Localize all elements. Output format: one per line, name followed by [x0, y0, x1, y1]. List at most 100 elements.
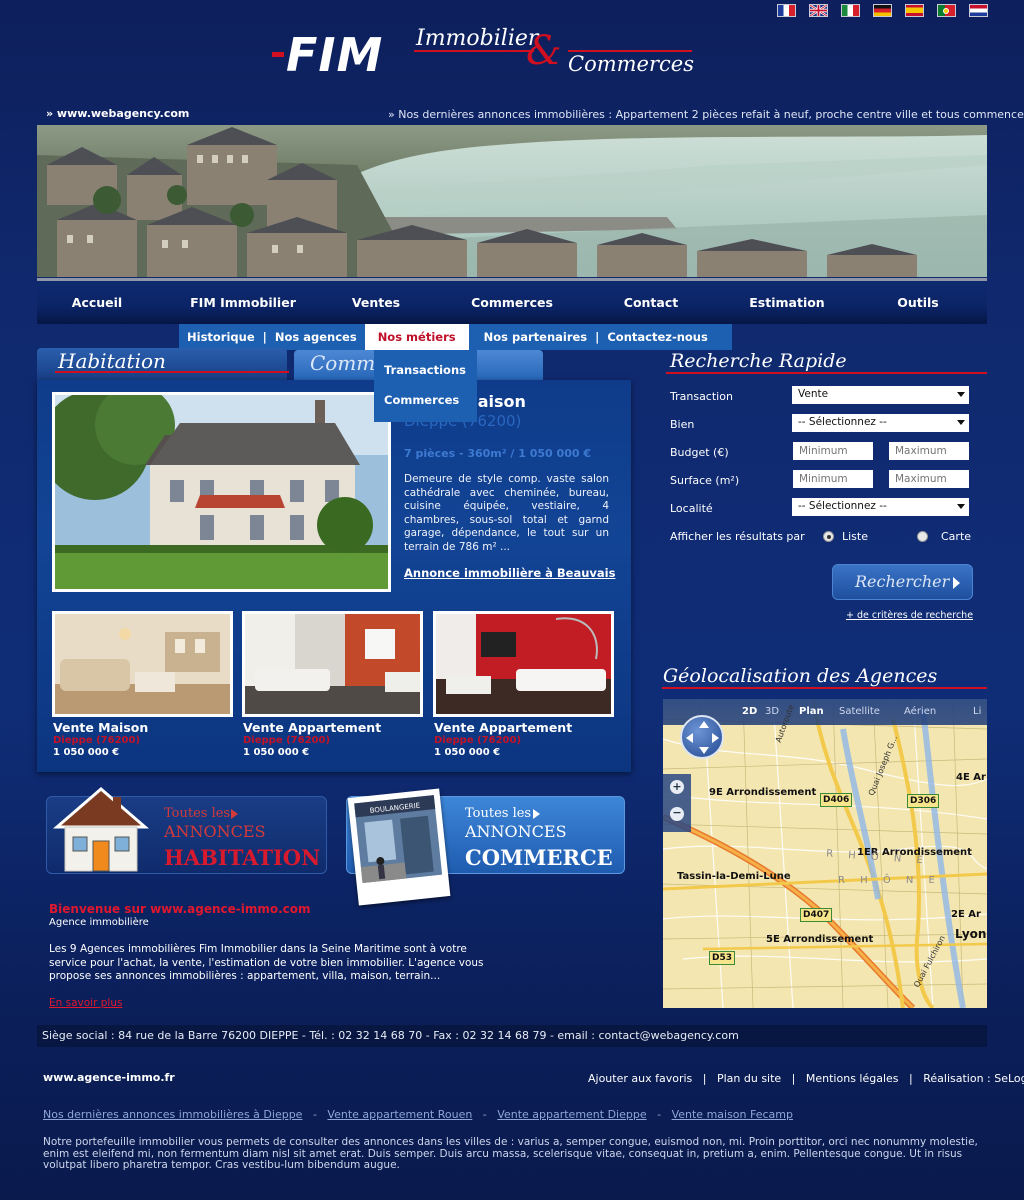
footer-link-mentions[interactable]: Mentions légales [806, 1072, 899, 1085]
thumb-title[interactable]: Vente Appartement [434, 720, 572, 735]
flag-en-icon[interactable] [809, 4, 828, 17]
map-tab-3d[interactable]: 3D [765, 706, 779, 717]
map-pan-control[interactable] [680, 715, 724, 759]
map-tab-2d[interactable]: 2D [742, 706, 757, 717]
flag-es-icon[interactable] [905, 4, 924, 17]
news-ticker[interactable]: » Nos dernières annonces immobilières : … [388, 108, 1024, 121]
nav-item-estimation[interactable]: Estimation [701, 295, 873, 310]
subnav-nos-partenaires[interactable]: Nos partenaires [469, 324, 596, 350]
footer-links: Ajouter aux favoris | Plan du site | Men… [588, 1072, 1024, 1085]
footer-site-url[interactable]: www.agence-immo.fr [43, 1071, 175, 1084]
subnav-historique[interactable]: Historique [179, 324, 263, 350]
zoom-out-icon[interactable]: − [670, 807, 684, 821]
flag-nl-icon[interactable] [969, 4, 988, 17]
all-habitation-listings-banner[interactable]: Toutes les ANNONCES HABITATION [46, 787, 327, 874]
flag-de-icon[interactable] [873, 4, 892, 17]
thumb-price: 1 050 000 € [53, 747, 120, 758]
footer-link-favoris[interactable]: Ajouter aux favoris [588, 1072, 692, 1085]
nav-item-commerces[interactable]: Commerces [423, 295, 601, 310]
map-tab-plan[interactable]: Plan [799, 706, 824, 717]
title-underline [662, 687, 987, 689]
listing-thumb-photo[interactable] [242, 611, 423, 717]
featured-listing-photo[interactable] [52, 392, 391, 592]
flag-pt-icon[interactable] [937, 4, 956, 17]
zoom-in-icon[interactable]: + [670, 780, 684, 794]
seo-link[interactable]: Vente appartement Rouen [327, 1108, 472, 1121]
thumb-city: Dieppe (76200) [243, 735, 331, 746]
localite-select[interactable]: -- Sélectionnez -- [792, 498, 969, 516]
flag-fr-icon[interactable] [777, 4, 796, 17]
map-tab-satellite[interactable]: Satellite [839, 706, 880, 717]
flag-it-icon[interactable] [841, 4, 860, 17]
welcome-more-link[interactable]: En savoir plus [49, 997, 122, 1009]
listing-panel: Vente Maison Dieppe (76200) 7 pièces - 3… [37, 380, 631, 772]
listing-thumb-photo[interactable] [433, 611, 614, 717]
more-criteria-link[interactable]: + de critères de recherche [846, 610, 973, 621]
bien-select[interactable]: -- Sélectionnez -- [792, 414, 969, 432]
transaction-label: Transaction [670, 390, 733, 403]
logo-underline-1 [414, 50, 534, 52]
sub-navigation: Historique | Nos agences Nos métiers Nos… [179, 324, 732, 350]
pan-left-icon[interactable] [686, 733, 693, 743]
display-list-label[interactable]: Liste [842, 530, 868, 543]
footer-link-realisation[interactable]: Réalisation : SeLoger [923, 1072, 1024, 1085]
listing-thumb-photo[interactable] [52, 611, 233, 717]
map-tab-more[interactable]: Li [973, 706, 981, 717]
seo-link[interactable]: Nos dernières annonces immobilières à Di… [43, 1108, 302, 1121]
search-submit-button[interactable]: Rechercher [832, 564, 973, 600]
subnav-nos-metiers[interactable]: Nos métiers [364, 324, 469, 350]
thumb-title[interactable]: Vente Maison [53, 720, 148, 735]
nav-item-accueil[interactable]: Accueil [37, 295, 157, 310]
surface-label: Surface (m²) [670, 474, 740, 487]
subnav-contactez-nous[interactable]: Contactez-nous [599, 324, 716, 350]
play-arrow-icon [953, 577, 960, 589]
header-site-url[interactable]: » www.webagency.com [46, 107, 189, 120]
tab-habitation-label: Habitation [58, 349, 166, 373]
dropdown-item-transactions[interactable]: Transactions [374, 360, 477, 390]
nav-item-ventes[interactable]: Ventes [329, 295, 423, 310]
chevron-down-icon [957, 504, 965, 509]
transaction-select[interactable]: Vente [792, 386, 969, 404]
map-tab-aerien[interactable]: Aérien [904, 706, 936, 717]
banner-commerce-big: COMMERCE [465, 845, 613, 870]
logo-line2: Commerces [568, 52, 694, 76]
seo-link[interactable]: Vente maison Fecamp [672, 1108, 793, 1121]
seo-paragraph: Notre portefeuille immobilier vous perme… [43, 1136, 978, 1171]
featured-listing-link[interactable]: Annonce immobilière à Beauvais [404, 566, 615, 580]
thumb-price: 1 050 000 € [243, 747, 310, 758]
display-map-label[interactable]: Carte [941, 530, 971, 543]
site-logo[interactable]: FIM Immobilier & Commerces [268, 22, 698, 82]
subnav-dropdown-menu: Transactions Commerces [374, 350, 477, 422]
welcome-text: Les 9 Agences immobilières Fim Immobilie… [49, 943, 484, 982]
featured-listing-description: Demeure de style comp. vaste salon cathé… [404, 473, 609, 553]
tab-habitation[interactable]: Habitation [37, 348, 289, 380]
pan-up-icon[interactable] [699, 721, 709, 728]
seo-separator: - [305, 1108, 324, 1121]
seo-link[interactable]: Vente appartement Dieppe [497, 1108, 646, 1121]
display-mode-label: Afficher les résultats par [670, 530, 805, 543]
surface-min-input[interactable] [793, 470, 873, 488]
nav-item-contact[interactable]: Contact [601, 295, 701, 310]
display-map-radio[interactable] [917, 531, 928, 542]
agencies-map[interactable]: 2D 3D Plan Satellite Aérien Li + − 9E Ar… [663, 699, 987, 1008]
nav-item-fim-immobilier[interactable]: FIM Immobilier [157, 295, 329, 310]
dropdown-item-commerces[interactable]: Commerces [374, 390, 477, 420]
footer-link-plan[interactable]: Plan du site [717, 1072, 781, 1085]
budget-max-input[interactable] [889, 442, 969, 460]
banner-commerce-mid: ANNONCES [465, 822, 567, 841]
geolocation-title: Géolocalisation des Agences [663, 665, 938, 687]
nav-item-outils[interactable]: Outils [873, 295, 963, 310]
subnav-nos-agences[interactable]: Nos agences [267, 324, 365, 350]
thumb-title[interactable]: Vente Appartement [243, 720, 381, 735]
pan-down-icon[interactable] [699, 747, 709, 754]
all-commerce-listings-banner[interactable]: BOULANGERIE Toutes les ANNONCES COMMERCE [346, 788, 625, 906]
title-underline [666, 372, 987, 374]
surface-max-input[interactable] [889, 470, 969, 488]
budget-min-input[interactable] [793, 442, 873, 460]
display-list-radio[interactable] [823, 531, 834, 542]
map-zoom-control: + − [663, 774, 691, 832]
banner-commerce-small: Toutes les [465, 806, 532, 821]
pan-right-icon[interactable] [712, 733, 719, 743]
welcome-title: Bienvenue sur www.agence-immo.com [49, 902, 311, 916]
logo-brand: FIM [286, 28, 384, 82]
